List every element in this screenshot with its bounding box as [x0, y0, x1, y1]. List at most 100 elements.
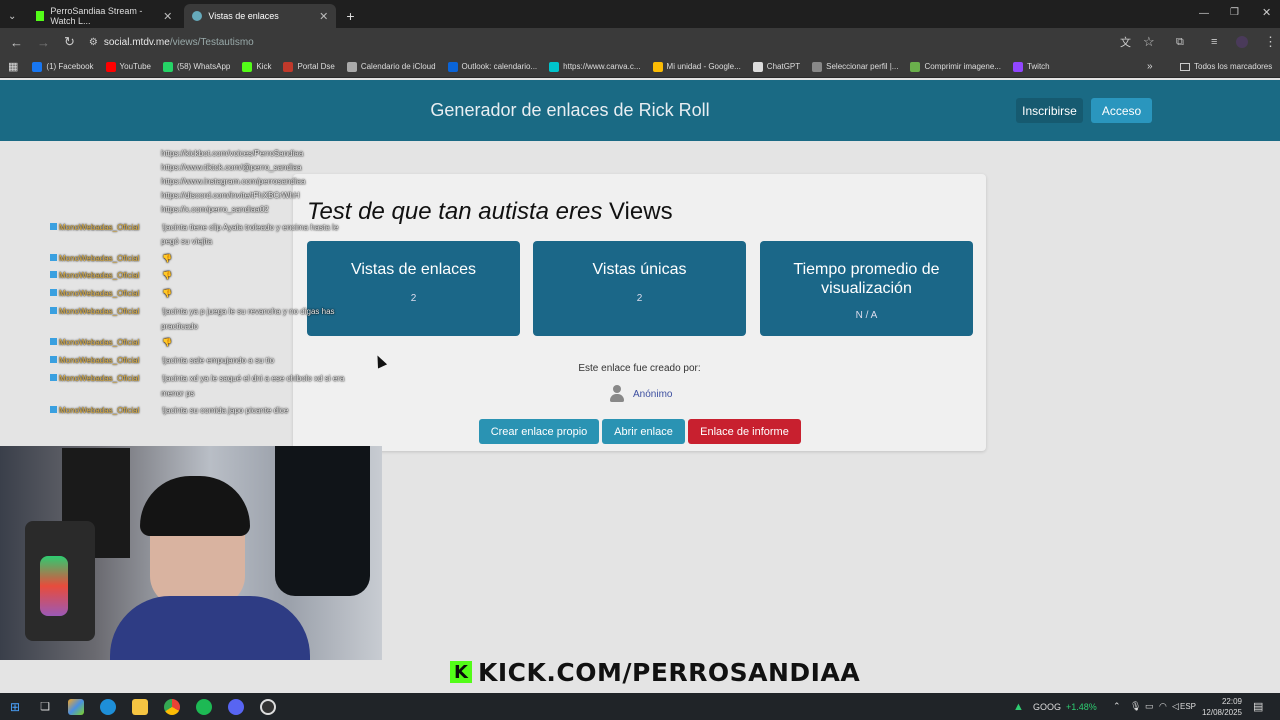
bookmark-favicon-icon — [32, 61, 43, 72]
task-view-icon[interactable]: ❏ — [40, 700, 50, 713]
bookmark-label: Twitch — [1026, 62, 1050, 71]
bookmark-item[interactable]: YouTube — [100, 61, 157, 72]
site-info-icon[interactable]: ⚙ — [89, 37, 98, 48]
file-explorer-icon[interactable] — [131, 698, 148, 715]
chat-badge-icon — [50, 406, 57, 413]
language-indicator[interactable]: ESP — [1180, 702, 1196, 711]
copilot-icon[interactable] — [67, 698, 84, 715]
bookmark-label: Mi unidad - Google... — [666, 62, 741, 71]
bookmark-item[interactable]: Mi unidad - Google... — [647, 61, 747, 72]
tab-close-icon[interactable]: ✕ — [163, 10, 172, 23]
chat-badge-icon — [50, 338, 57, 345]
media-icon[interactable]: ≡ — [1211, 36, 1217, 48]
bookmark-item[interactable]: Comprimir imagene... — [904, 61, 1006, 72]
notifications-icon[interactable]: ▤ — [1253, 700, 1263, 713]
obs-icon[interactable] — [259, 698, 276, 715]
chat-message: MonoWebadas_Oficial 👎 — [50, 338, 172, 347]
bookmark-item[interactable]: https://www.canva.c... — [543, 61, 646, 72]
bookmark-favicon-icon — [346, 61, 357, 72]
stock-symbol[interactable]: GOOG — [1033, 702, 1061, 712]
url-path: /views/Testautismo — [169, 36, 254, 48]
chat-text: !jacinta su comida japo picante dice — [162, 406, 289, 415]
all-bookmarks-label: Todos los marcadores — [1194, 62, 1273, 71]
bookmark-favicon-icon — [283, 61, 294, 72]
bookmark-item[interactable]: Kick — [236, 61, 277, 72]
chat-message: MonoWebadas_Oficial 👎 — [50, 271, 172, 280]
minimize-window-icon[interactable]: — — [1199, 8, 1209, 19]
page-title: Test de que tan autista eres Views — [307, 198, 673, 226]
menu-icon[interactable]: ⋮ — [1264, 34, 1277, 50]
chat-username: MonoWebadas_Oficial — [59, 271, 140, 280]
tab-kick-stream[interactable]: PerroSandiaa Stream - Watch L... ✕ — [28, 4, 180, 28]
back-icon[interactable]: ← — [10, 35, 23, 50]
chat-message: pegó su viejita — [161, 237, 212, 246]
clock-date: 12/08/2025 — [1201, 708, 1242, 717]
bookmark-item[interactable]: Seleccionar perfil |... — [806, 61, 904, 72]
clock-time: 22:09 — [1221, 697, 1242, 706]
url-field[interactable]: social.mtdv.me/views/Testautismo — [104, 37, 254, 48]
bookmark-star-icon[interactable]: ☆ — [1143, 34, 1155, 50]
bookmark-label: Comprimir imagene... — [924, 62, 1001, 71]
microphone-icon[interactable]: 🎙 — [1130, 701, 1141, 712]
edge-icon[interactable] — [99, 698, 116, 715]
network-icon[interactable]: ▭ — [1145, 701, 1154, 712]
kick-channel-url: KICK.COM/PERROSANDIAA — [478, 657, 861, 687]
bookmark-item[interactable]: Calendario de iCloud — [341, 61, 442, 72]
wifi-icon[interactable]: ◠ — [1159, 701, 1167, 712]
bookmark-favicon-icon — [1012, 61, 1023, 72]
signup-button[interactable]: Inscribirse — [1016, 98, 1083, 123]
extensions-icon[interactable]: ⧉ — [1176, 36, 1184, 49]
translate-icon[interactable]: 文 — [1120, 34, 1131, 50]
reload-icon[interactable]: ↻ — [64, 34, 75, 50]
chat-badge-icon — [50, 356, 57, 363]
bookmark-favicon-icon — [652, 61, 663, 72]
login-button[interactable]: Acceso — [1091, 98, 1152, 123]
tab-close-icon[interactable]: ✕ — [319, 10, 328, 23]
webcam-feed-image — [0, 446, 382, 660]
volume-icon[interactable]: ◁ — [1172, 701, 1179, 712]
creator-name[interactable]: Anónimo — [633, 389, 672, 400]
chrome-icon[interactable] — [163, 698, 180, 715]
start-windows-icon[interactable]: ⊞ — [10, 700, 20, 714]
bookmark-favicon-icon — [105, 61, 116, 72]
stat-unique-views: Vistas únicas 2 — [533, 241, 746, 336]
bookmark-item[interactable]: Twitch — [1007, 61, 1056, 72]
report-link-button[interactable]: Enlace de informe — [688, 419, 801, 444]
chat-text: !jacinta sale empujando a su tio — [162, 356, 275, 365]
bookmark-item[interactable]: ChatGPT — [747, 61, 806, 72]
restore-window-icon[interactable]: ❐ — [1230, 7, 1239, 18]
create-link-button[interactable]: Crear enlace propio — [479, 419, 599, 444]
creator-label: Este enlace fue creado por: — [578, 363, 701, 374]
close-window-icon[interactable]: ✕ — [1262, 6, 1271, 19]
forward-icon[interactable]: → — [37, 35, 50, 50]
creator-info: Anónimo — [609, 385, 672, 403]
chat-text: 👎 — [162, 289, 172, 298]
chat-text: https://www.instagram.com/perrosandiaa — [161, 177, 306, 186]
user-avatar-icon — [609, 385, 625, 403]
windows-taskbar: ⊞ ❏ ▲ GOOG +1.48% ⌃ 🎙 ▭ ◠ ◁ ESP 22:09 12… — [0, 693, 1280, 720]
new-tab-button[interactable]: + — [346, 8, 354, 24]
open-link-button[interactable]: Abrir enlace — [602, 419, 685, 444]
bookmark-favicon-icon — [162, 61, 173, 72]
clock[interactable]: 22:09 12/08/2025 — [1200, 696, 1242, 718]
chat-text: pegó su viejita — [161, 237, 213, 246]
url-host: social.mtdv.me — [103, 36, 170, 48]
site-title: Generador de enlaces de Rick Roll — [430, 100, 710, 120]
bookmark-item[interactable]: (58) WhatsApp — [157, 61, 236, 72]
all-bookmarks-folder[interactable]: Todos los marcadores — [1174, 62, 1278, 71]
apps-grid-icon[interactable]: ▦ — [8, 60, 18, 73]
profile-avatar[interactable] — [1236, 36, 1248, 48]
spotify-icon[interactable] — [195, 698, 212, 715]
bookmark-item[interactable]: Outlook: calendario... — [442, 61, 544, 72]
discord-icon[interactable] — [227, 698, 244, 715]
tab-vistas[interactable]: Vistas de enlaces ✕ — [184, 4, 337, 28]
tab-label: PerroSandiaa Stream - Watch L... — [50, 6, 143, 26]
bookmark-item[interactable]: (1) Facebook — [26, 61, 99, 72]
tray-chevron-icon[interactable]: ⌃ — [1113, 701, 1121, 712]
tab-list-chevron-icon[interactable]: ⌄ — [8, 11, 16, 22]
more-bookmarks-icon[interactable]: » — [1147, 61, 1153, 72]
bookmark-item[interactable]: Portal Dse — [277, 61, 340, 72]
chat-text: 👎 — [162, 254, 172, 263]
views-card: Test de que tan autista eres Views Vista… — [293, 174, 986, 451]
chat-text: menor ps — [161, 389, 195, 398]
